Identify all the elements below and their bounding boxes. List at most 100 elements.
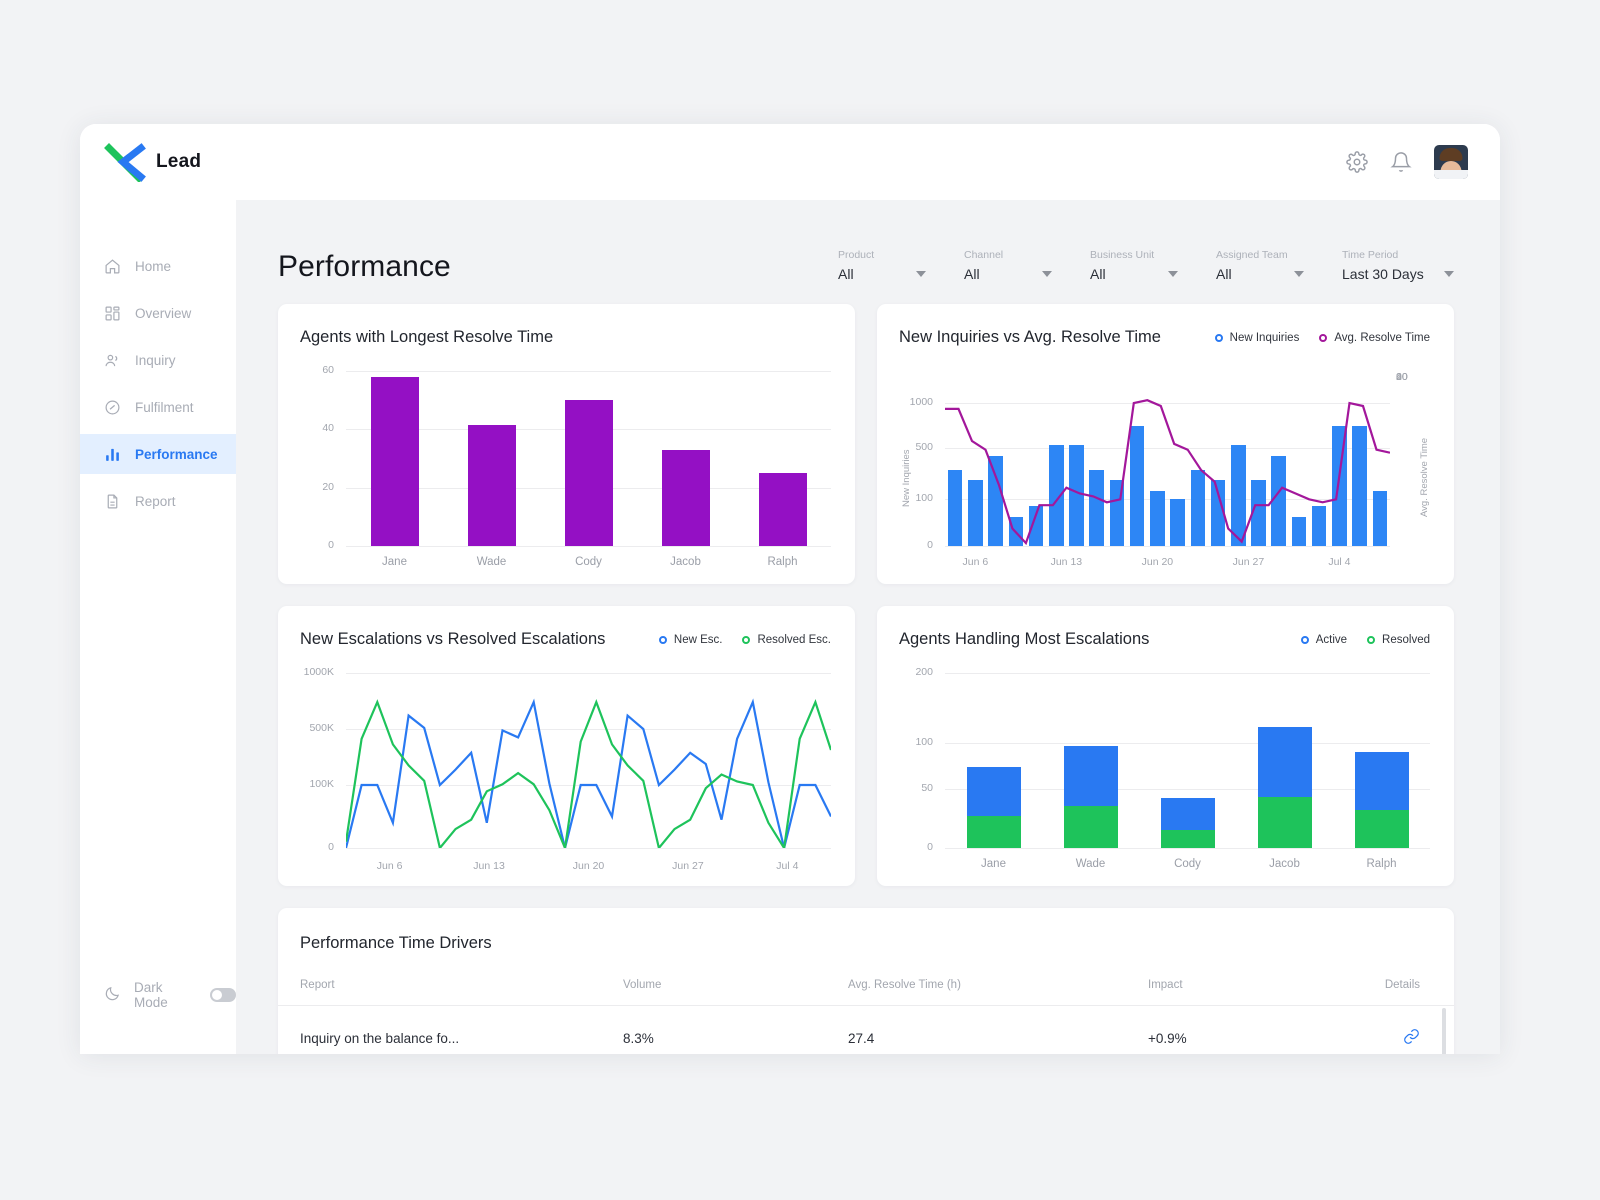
bar-segment-active[interactable] — [1354, 752, 1409, 810]
legend-item[interactable]: Resolved Esc. — [742, 634, 831, 646]
y-axis-tick: 0 — [328, 539, 334, 551]
card-header: New Inquiries vs Avg. Resolve Time New I… — [899, 328, 1430, 347]
bar-segment-active[interactable] — [1063, 745, 1118, 807]
sidebar-item-fulfilment[interactable]: Fulfilment — [80, 387, 236, 427]
brand[interactable]: Lead — [102, 142, 202, 183]
filter-business-unit[interactable]: Business Unit All — [1090, 249, 1178, 282]
card-title: New Inquiries vs Avg. Resolve Time — [899, 328, 1161, 346]
y-axis-tick: 1000 — [909, 395, 933, 408]
legend-marker-icon — [742, 635, 751, 644]
legend-item[interactable]: New Esc. — [658, 633, 723, 646]
bar-segment-resolved[interactable] — [1354, 809, 1409, 848]
legend-marker-icon — [1367, 635, 1376, 644]
filter-label: Product — [838, 249, 875, 261]
filter-label: Assigned Team — [1216, 249, 1288, 261]
bar-segment-active[interactable] — [1257, 726, 1312, 797]
gridline — [346, 371, 831, 372]
sidebar-item-label: Performance — [135, 446, 218, 462]
bar[interactable] — [370, 376, 419, 546]
cell-volume: 8.3% — [623, 1005, 848, 1048]
main-content: Performance Product All Channel All Busi… — [236, 200, 1500, 1054]
gear-icon[interactable] — [1346, 151, 1368, 173]
chart-agents-longest-resolve-time: 60 40 20 0 Jane Wade Cody Jacob Ralph — [300, 364, 831, 568]
x-axis-tick: Jane — [382, 556, 407, 568]
card-new-inquiries-vs-resolve-time: New Inquiries vs Avg. Resolve Time New I… — [877, 304, 1454, 584]
y2-axis-tick: 0 — [1396, 371, 1402, 383]
filter-product[interactable]: Product All — [838, 249, 926, 282]
x-axis-tick: Jun 6 — [962, 556, 989, 568]
table-row[interactable]: Inquiry on the balance fo... 8.3% 27.4 +… — [278, 1005, 1454, 1048]
avatar[interactable] — [1434, 145, 1468, 179]
gridline — [945, 743, 1430, 744]
chevron-down-icon[interactable] — [1168, 271, 1178, 277]
legend-item[interactable]: Avg. Resolve Time — [1319, 332, 1430, 344]
card-title: Agents Handling Most Escalations — [899, 630, 1150, 648]
sidebar-item-home[interactable]: Home — [80, 246, 236, 286]
legend-label: New Esc. — [673, 633, 723, 646]
dark-mode-toggle[interactable]: Dark Mode — [104, 980, 236, 1010]
dark-mode-switch[interactable] — [210, 988, 236, 1002]
sidebar-item-performance[interactable]: Performance — [80, 434, 236, 474]
bar-segment-resolved[interactable] — [966, 815, 1021, 848]
bar[interactable] — [467, 424, 516, 546]
bar-segment-active[interactable] — [966, 766, 1021, 816]
legend-item[interactable]: New Inquiries — [1214, 332, 1299, 344]
brand-name: Lead — [156, 151, 202, 172]
x-axis-tick: Jun 13 — [473, 860, 505, 872]
table-scrollbar[interactable] — [1442, 1008, 1446, 1054]
chevron-down-icon[interactable] — [1042, 271, 1052, 277]
gridline — [945, 848, 1430, 849]
x-axis-tick: Jacob — [1269, 858, 1300, 870]
x-axis-tick: Ralph — [767, 556, 798, 568]
charts-grid: Agents with Longest Resolve Time 60 40 20 0… — [278, 304, 1454, 886]
app-window: Lead Home Overview Inquiry Fulfilment Pe… — [80, 124, 1500, 1054]
bar-segment-active[interactable] — [1160, 798, 1215, 831]
filter-channel[interactable]: Channel All — [964, 249, 1052, 282]
link-icon[interactable] — [1403, 1029, 1420, 1048]
bar-segment-resolved[interactable] — [1160, 830, 1215, 848]
line-series-avg-resolve-time — [945, 399, 1390, 546]
y-axis-tick: 0 — [927, 841, 933, 853]
chevron-down-icon[interactable] — [1294, 271, 1304, 277]
sidebar-item-overview[interactable]: Overview — [80, 293, 236, 333]
chart-legend: New Inquiries Avg. Resolve Time — [1214, 332, 1430, 344]
legend-item[interactable]: Active — [1300, 634, 1347, 646]
x-axis-tick: Jul 4 — [776, 860, 799, 872]
bar-segment-resolved[interactable] — [1063, 806, 1118, 848]
filter-time-period[interactable]: Time Period Last 30 Days — [1342, 249, 1454, 282]
y-axis-tick: 20 — [322, 480, 334, 493]
card-new-vs-resolved-escalations: New Escalations vs Resolved Escalations … — [278, 606, 855, 886]
chevron-down-icon[interactable] — [916, 271, 926, 277]
sidebar-item-label: Overview — [135, 305, 192, 321]
bar[interactable] — [758, 473, 807, 546]
x-axis-tick: Jane — [981, 858, 1006, 870]
card-header: New Escalations vs Resolved Escalations … — [300, 630, 831, 649]
card-performance-time-drivers: Performance Time Drivers Report Volume A… — [278, 908, 1454, 1054]
plot-area — [346, 673, 831, 849]
gauge-icon — [104, 399, 121, 416]
gridline — [945, 546, 1390, 547]
bell-icon[interactable] — [1390, 151, 1412, 173]
chevron-down-icon[interactable] — [1444, 271, 1454, 277]
x-axis-tick: Jun 27 — [672, 860, 704, 872]
sidebar: Home Overview Inquiry Fulfilment Perform… — [80, 200, 236, 1054]
gridline — [945, 673, 1430, 674]
y-axis-tick: 0 — [328, 841, 334, 853]
bar-segment-resolved[interactable] — [1257, 796, 1312, 848]
bar[interactable] — [564, 400, 613, 546]
x-axis-tick: Jun 6 — [376, 860, 403, 872]
y-axis-tick: 100 — [915, 736, 933, 748]
top-bar: Lead — [80, 124, 1500, 200]
x-axis-tick: Jul 4 — [1328, 556, 1351, 568]
y-axis-tick: 500K — [309, 722, 334, 734]
filter-value: Last 30 Days — [1342, 266, 1424, 282]
filter-assigned-team[interactable]: Assigned Team All — [1216, 249, 1304, 282]
y-axis-title: New Inquiries — [901, 449, 912, 507]
page-title: Performance — [278, 250, 451, 283]
sidebar-item-inquiry[interactable]: Inquiry — [80, 340, 236, 380]
y-axis-tick: 40 — [322, 422, 334, 435]
sidebar-item-label: Fulfilment — [135, 399, 194, 415]
sidebar-item-report[interactable]: Report — [80, 481, 236, 521]
legend-item[interactable]: Resolved — [1367, 634, 1430, 646]
bar[interactable] — [661, 449, 710, 546]
